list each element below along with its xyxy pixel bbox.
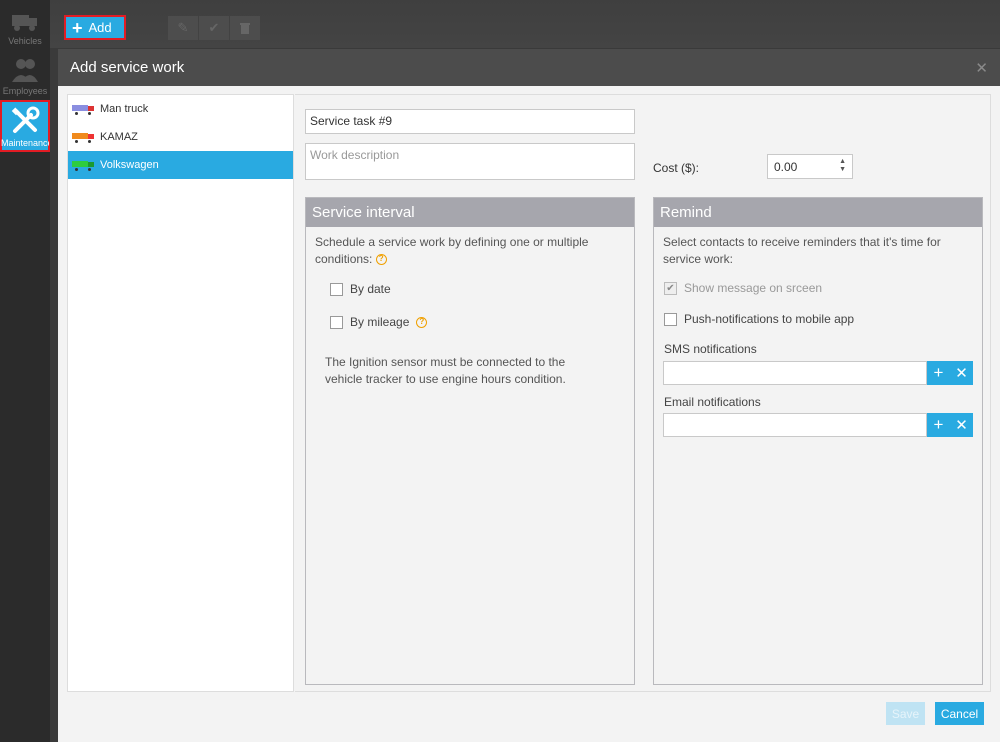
sidebar-item-label: Vehicles — [8, 36, 42, 46]
cost-label: Cost ($): — [653, 161, 700, 175]
vehicle-name: KAMAZ — [100, 131, 138, 143]
by-date-checkbox[interactable]: By date — [330, 282, 391, 296]
checkbox[interactable] — [664, 312, 677, 326]
vehicle-item-kamaz[interactable]: KAMAZ — [68, 123, 293, 151]
sidebar-item-vehicles[interactable]: Vehicles — [0, 4, 50, 50]
vehicle-item-volkswagen[interactable]: Volkswagen — [68, 151, 293, 179]
close-icon[interactable]: ✕ — [975, 59, 988, 77]
sidebar-item-label: Maintenance — [1, 138, 49, 148]
toolbar: + Add ✎ ✔ — [50, 0, 1000, 48]
service-work-form: Service task #9 Work description Cost ($… — [295, 94, 991, 692]
push-notifications-checkbox[interactable]: Push-notifications to mobile app — [664, 312, 854, 326]
dialog-title: Add service work — [70, 59, 185, 76]
checkbox[interactable] — [330, 282, 343, 296]
stepper-arrows-icon[interactable]: ▲ ▼ — [839, 158, 846, 174]
truck-icon — [72, 133, 94, 143]
cost-stepper[interactable]: 0.00 ▲ ▼ — [767, 154, 853, 179]
sidebar-item-label: Employees — [2, 86, 48, 96]
plus-icon: + — [72, 17, 83, 38]
sidebar-item-maintenance[interactable]: Maintenance — [0, 100, 50, 152]
close-icon: ✕ — [955, 417, 968, 434]
cost-value: 0.00 — [774, 160, 798, 174]
app-sidebar: Vehicles Employees Maintenance — [0, 0, 50, 742]
plus-icon: + — [933, 363, 944, 382]
sidebar-item-employees[interactable]: Employees — [0, 52, 50, 98]
help-icon[interactable]: ? — [416, 316, 428, 328]
add-button[interactable]: + Add — [64, 15, 126, 40]
vehicle-item-man-truck[interactable]: Man truck — [68, 95, 293, 123]
clear-sms-button[interactable]: ✕ — [950, 361, 973, 385]
tools-icon — [11, 106, 40, 133]
add-button-label: Add — [88, 20, 112, 35]
clear-email-button[interactable]: ✕ — [950, 413, 973, 437]
sms-label: SMS notifications — [664, 342, 757, 356]
add-sms-button[interactable]: + — [927, 361, 950, 385]
add-email-button[interactable]: + — [927, 413, 950, 437]
remind-title: Remind — [654, 198, 982, 227]
email-label: Email notifications — [664, 395, 761, 409]
toolbar-actions: ✎ ✔ — [168, 16, 260, 40]
trash-icon[interactable] — [230, 16, 260, 40]
close-icon: ✕ — [955, 365, 968, 382]
help-icon[interactable]: ? — [375, 254, 387, 266]
email-notifications-field: + ✕ — [663, 413, 973, 437]
truck-icon — [72, 105, 94, 115]
plus-icon: + — [933, 415, 944, 434]
service-interval-panel: Service interval Schedule a service work… — [305, 197, 635, 685]
checkbox[interactable] — [330, 315, 343, 329]
show-message-checkbox: ✔ Show message on srceen — [664, 281, 822, 295]
cancel-button[interactable]: Cancel — [935, 702, 984, 725]
vehicle-list: Man truck KAMAZ Volkswagen — [67, 94, 294, 692]
edit-icon[interactable]: ✎ — [168, 16, 198, 40]
check-icon[interactable]: ✔ — [199, 16, 229, 40]
remind-intro: Select contacts to receive reminders tha… — [663, 235, 941, 266]
add-service-work-dialog: Add service work ✕ Man truck KAMAZ Volks… — [58, 49, 1000, 742]
checkbox-checked: ✔ — [664, 281, 677, 295]
service-interval-title: Service interval — [306, 198, 634, 227]
vehicle-name: Volkswagen — [100, 159, 159, 171]
save-button[interactable]: Save — [886, 702, 925, 725]
truck-icon — [12, 15, 37, 31]
truck-icon — [72, 161, 94, 171]
dialog-header: Add service work ✕ — [58, 49, 1000, 86]
by-mileage-checkbox[interactable]: By mileage ? — [330, 315, 428, 329]
remind-panel: Remind Select contacts to receive remind… — [653, 197, 983, 685]
sms-notifications-field: + ✕ — [663, 361, 973, 385]
sms-input[interactable] — [663, 361, 927, 385]
people-icon — [12, 59, 38, 82]
ignition-note: The Ignition sensor must be connected to… — [325, 355, 566, 386]
email-input[interactable] — [663, 413, 927, 437]
vehicle-name: Man truck — [100, 103, 149, 115]
work-description-input[interactable]: Work description — [305, 143, 635, 180]
service-interval-intro: Schedule a service work by defining one … — [315, 235, 589, 266]
task-name-input[interactable]: Service task #9 — [305, 109, 635, 134]
